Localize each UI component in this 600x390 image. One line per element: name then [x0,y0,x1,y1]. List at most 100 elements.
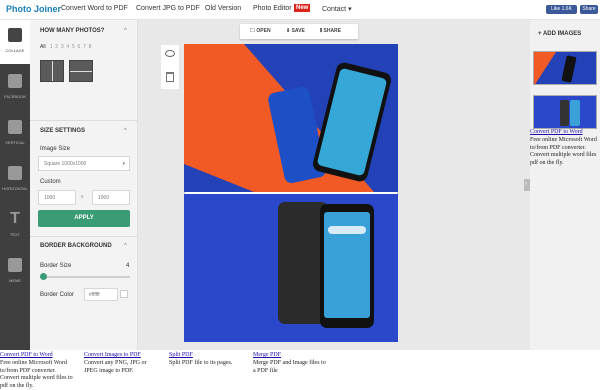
border-size-slider-handle[interactable] [40,273,47,280]
share-label: SHARE [324,28,342,34]
ad-description: Merge PDF and Image files to a PDF file [253,360,326,375]
custom-label: Custom [40,179,61,185]
border-size-value: 4 [126,263,129,269]
nav-link-photo-editor[interactable]: Photo Editor [253,5,292,12]
nav-link-contact[interactable]: Contact ▾ [322,5,352,13]
count-tab[interactable]: 6 [78,44,81,50]
border-color-label: Border Color [40,292,74,298]
trash-icon[interactable] [166,72,174,82]
open-button[interactable]: 🗀 OPEN [250,28,271,36]
share-button[interactable]: ⫴ SHARE [320,28,341,34]
thumbnail-1[interactable] [533,51,597,85]
color-swatch[interactable] [120,290,128,298]
new-badge: New [294,4,310,12]
rail-item-text[interactable]: T Text [0,204,30,248]
ad-link-split-pdf[interactable]: Split PDF [169,352,193,358]
layout-option-vertical-split[interactable] [40,60,64,82]
facebook-icon [8,74,22,88]
download-icon: ⬇ [286,28,290,34]
apply-button[interactable]: APPLY [38,210,130,227]
rail-item-facebook[interactable]: Facebook [0,66,30,110]
image-size-value: Square 1000x1000 [44,161,86,167]
tool-rail: Collage Facebook Vertical Horizontal T T… [0,20,30,350]
canvas-side-tools [161,45,179,89]
ad-description: Free online Microsoft Word to/from PDF c… [0,360,73,390]
border-color-input[interactable]: #ffffff [84,288,118,301]
ad-line: Merge PDF and Image files to [253,360,326,368]
canvas-toolbar: 🗀 OPEN ⬇ SAVE ⫴ SHARE [240,24,358,39]
ad-description: Free online Microsoft Word to/from PDF c… [530,137,600,167]
nav-link-word-to-pdf[interactable]: Convert Word to PDF [61,5,128,12]
ad-line: Free online Microsoft Word [530,137,600,145]
ad-line: JPEG image to PDF. [84,368,147,376]
add-images-button[interactable]: + ADD IMAGES [538,31,581,37]
phone-photo-blue [184,194,398,342]
rail-label: Horizontal [0,186,30,191]
save-label: SAVE [292,28,305,34]
ad-line: Convert multiple word files to [0,375,73,383]
nav-link-jpg-to-pdf[interactable]: Convert JPG to PDF [136,5,200,12]
ad-line: Convert any PNG, JPG or [84,360,147,368]
count-tab[interactable]: 5 [72,44,75,50]
thumb-photo [534,96,597,129]
count-tab[interactable]: All [40,44,46,50]
rail-label: Facebook [0,94,30,99]
facebook-share-button[interactable]: Share [580,5,598,14]
phone-photo-orange-blue [184,44,398,192]
meme-icon [8,258,22,272]
folder-icon: 🗀 [250,28,255,34]
collage-icon [8,28,22,42]
ad-link-pdf-to-word[interactable]: Convert PDF to Word [0,352,53,358]
ad-link-images-to-pdf[interactable]: Convert Images to PDF [84,352,141,358]
collage-photo-2[interactable] [184,194,398,342]
ad-line: pdf on the fly. [0,383,73,390]
ad-link-merge-pdf[interactable]: Merge PDF [253,352,281,358]
ad-description: Split PDF file to its pages. [169,360,232,368]
layout-option-horizontal-split[interactable] [69,60,93,82]
times-sign: x [81,194,84,200]
count-tab[interactable]: 3 [61,44,64,50]
save-button[interactable]: ⬇ SAVE [286,28,305,34]
count-tab[interactable]: 4 [66,44,69,50]
thumbnail-2[interactable] [533,95,597,129]
divider [30,120,138,121]
width-input[interactable]: 1000 [38,190,76,205]
height-input[interactable]: 1000 [92,190,130,205]
vertical-icon [8,120,22,134]
nav-link-old-version[interactable]: Old Version [205,5,241,12]
logo[interactable]: Photo Joiner [6,4,61,14]
count-tab[interactable]: 8 [89,44,92,50]
ad-line: pdf on the fly. [530,160,600,168]
ad-link-pdf-to-word[interactable]: Convert PDF to Word [530,129,583,135]
rail-item-horizontal[interactable]: Horizontal [0,158,30,202]
image-size-label: Image Size [40,146,70,152]
chevron-up-icon[interactable]: ^ [124,243,127,249]
border-background-title: Border Background [40,243,112,249]
facebook-like-button[interactable]: Like 1.6K [546,5,577,14]
rail-item-meme[interactable]: Meme [0,250,30,294]
border-size-slider-track[interactable] [40,276,130,278]
count-tab[interactable]: 1 [50,44,53,50]
rail-item-vertical[interactable]: Vertical [0,112,30,156]
chevron-up-icon[interactable]: ^ [124,28,127,34]
ad-line: Convert multiple word files [530,152,600,160]
rail-item-collage[interactable]: Collage [0,20,30,64]
horizontal-icon [8,166,22,180]
eye-icon[interactable] [165,50,175,57]
rail-label: Text [0,232,30,237]
ad-line: Split PDF file to its pages. [169,360,232,368]
count-tab[interactable]: 7 [83,44,86,50]
rail-label: Collage [0,48,30,53]
border-size-label: Border Size [40,263,71,269]
image-size-select[interactable]: Square 1000x1000 ▾ [38,156,130,171]
chevron-up-icon[interactable]: ^ [124,128,127,134]
chevron-right-icon: › [525,181,527,187]
ad-line: Free online Microsoft Word [0,360,73,368]
size-settings-title: Size Settings [40,128,85,134]
collage-photo-1[interactable] [184,44,398,192]
count-tab[interactable]: 2 [55,44,58,50]
text-icon: T [8,212,22,226]
rail-label: Vertical [0,140,30,145]
ad-line: to/from PDF converter. [530,145,600,153]
rail-label: Meme [0,278,30,283]
